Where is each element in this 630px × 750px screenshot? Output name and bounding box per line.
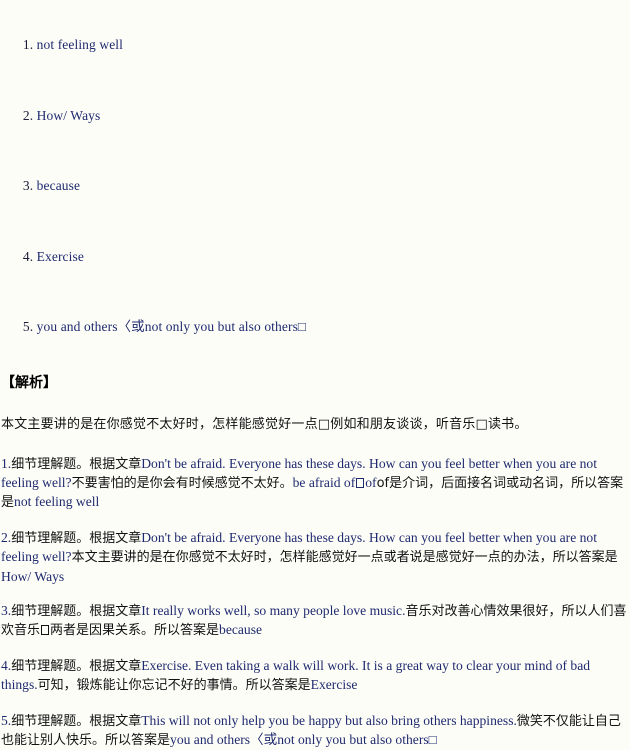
- analysis-item: 4.细节理解题。根据文章Exercise. Even taking a walk…: [1, 657, 630, 696]
- answer-line: 3. because: [2, 163, 630, 208]
- answer-line: 5. you and others〈或not only you but also…: [2, 304, 630, 349]
- item-answer: How/ Ways: [1, 569, 64, 584]
- item-quote: It really works well, so many people lov…: [141, 603, 405, 618]
- answer-number: 4.: [23, 249, 33, 264]
- analysis-heading: 【解析】: [1, 375, 630, 392]
- answer-line: 2. How/ Ways: [2, 93, 630, 138]
- analysis-item: 3.细节理解题。根据文章It really works well, so man…: [1, 602, 630, 641]
- answer-text: How/ Ways: [37, 108, 101, 123]
- item-number: 3.: [1, 603, 11, 618]
- item-answer: not feeling well: [14, 494, 99, 509]
- analysis-item: 2.细节理解题。根据文章Don't be afraid. Everyone ha…: [1, 529, 630, 586]
- item-answer: because: [219, 622, 262, 637]
- item-lead: 细节理解题。根据文章: [11, 659, 141, 674]
- answer-text: Exercise: [37, 249, 84, 264]
- analysis-summary: 本文主要讲的是在你感觉不太好时，怎样能感觉好一点□例如和朋友谈谈，听音乐□读书。: [1, 417, 630, 433]
- analysis-item: 5.细节理解题。根据文章This will not only help you …: [1, 712, 630, 750]
- item-lead: 细节理解题。根据文章: [11, 457, 141, 472]
- document-page: 1. not feeling well 2. How/ Ways 3. beca…: [0, 0, 630, 622]
- missing-glyph-box: [41, 625, 49, 635]
- analysis-items-list: 1.细节理解题。根据文章Don't be afraid. Everyone ha…: [0, 455, 630, 750]
- item-number: 2.: [1, 530, 11, 545]
- item-quote: This will not only help you be happy but…: [141, 713, 517, 728]
- answer-number: 3.: [23, 178, 33, 193]
- item-answer: you and others〈或not only you but also ot…: [170, 732, 437, 747]
- answer-line: 1. not feeling well: [2, 22, 630, 67]
- item-explain-a: 本文主要讲的是在你感觉不太好时，怎样能感觉好一点或者说是感觉好一点的办法，所以答…: [72, 550, 618, 565]
- item-number: 5.: [1, 713, 11, 728]
- missing-glyph-box: [356, 478, 364, 488]
- item-term-suffix: of: [365, 475, 376, 490]
- answer-text: you and others〈或not only you but also ot…: [37, 319, 307, 334]
- item-explain-b: 两者是因果关系。所以答案是: [50, 623, 219, 638]
- answer-line: 4. Exercise: [2, 234, 630, 279]
- item-explain-a: 可知，锻炼能让你忘记不好的事情。所以答案是: [38, 678, 311, 693]
- item-number: 1.: [1, 456, 11, 471]
- answer-text: not feeling well: [37, 37, 123, 52]
- item-term: be afraid of: [293, 475, 356, 490]
- analysis-item: 1.细节理解题。根据文章Don't be afraid. Everyone ha…: [1, 455, 630, 513]
- answer-number: 1.: [23, 37, 33, 52]
- item-lead: 细节理解题。根据文章: [11, 531, 141, 546]
- item-lead: 细节理解题。根据文章: [11, 604, 141, 619]
- answer-number: 5.: [23, 319, 33, 334]
- item-answer: Exercise: [311, 677, 358, 692]
- item-explain-a: 不要害怕的是你会有时候感觉不太好。: [72, 476, 293, 491]
- answer-number: 2.: [23, 108, 33, 123]
- answers-list: 1. not feeling well 2. How/ Ways 3. beca…: [0, 0, 630, 349]
- answer-text: because: [37, 178, 80, 193]
- item-number: 4.: [1, 658, 11, 673]
- item-lead: 细节理解题。根据文章: [11, 714, 141, 729]
